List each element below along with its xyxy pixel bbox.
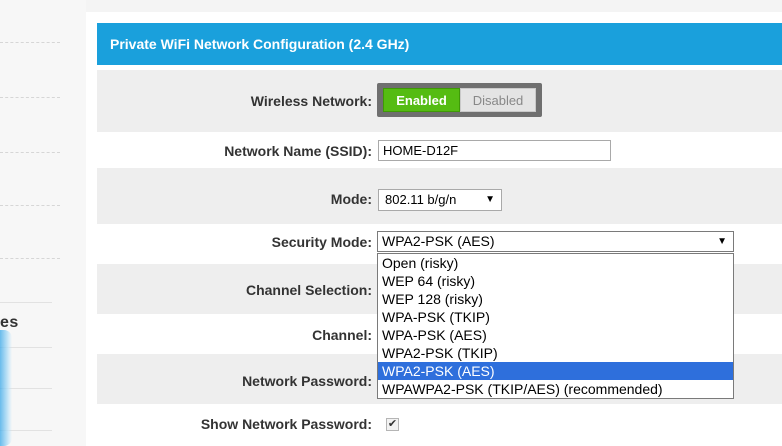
security-mode-option[interactable]: WPA-PSK (TKIP)	[378, 308, 733, 326]
security-mode-option[interactable]: WPA-PSK (AES)	[378, 326, 733, 344]
sidebar-divider	[0, 97, 60, 98]
wireless-network-label: Wireless Network:	[250, 93, 372, 109]
sidebar-divider	[0, 205, 60, 206]
sidebar-divider	[0, 42, 60, 43]
channel-label: Channel:	[312, 327, 372, 343]
mode-select[interactable]: 802.11 b/g/n ▼	[378, 189, 502, 211]
show-password-label: Show Network Password:	[200, 416, 372, 432]
security-mode-option[interactable]: WEP 128 (risky)	[378, 290, 733, 308]
ssid-label: Network Name (SSID):	[224, 143, 372, 159]
security-mode-select[interactable]: WPA2-PSK (AES) ▼	[377, 231, 734, 252]
panel-title: Private WiFi Network Configuration (2.4 …	[97, 23, 782, 65]
channel-selection-label: Channel Selection:	[245, 282, 372, 298]
security-mode-option[interactable]: WPAWPA2-PSK (TKIP/AES) (recommended)	[378, 380, 733, 398]
chevron-down-icon: ▼	[717, 236, 727, 247]
network-password-label: Network Password:	[242, 373, 372, 389]
mode-label: Mode:	[330, 191, 372, 207]
security-mode-option[interactable]: Open (risky)	[378, 254, 733, 272]
security-mode-option[interactable]: WPA2-PSK (AES)	[378, 362, 733, 380]
sidebar-divider	[0, 152, 60, 153]
sidebar-divider	[0, 258, 60, 259]
wireless-toggle: Enabled Disabled	[377, 83, 542, 117]
enabled-button[interactable]: Enabled	[383, 88, 460, 112]
sidebar-divider	[0, 302, 52, 303]
top-strip	[86, 0, 782, 12]
security-mode-value: WPA2-PSK (AES)	[382, 233, 495, 249]
sidebar: es	[0, 0, 86, 446]
security-mode-option[interactable]: WPA2-PSK (TKIP)	[378, 344, 733, 362]
mode-select-value: 802.11 b/g/n	[385, 192, 457, 207]
sidebar-accent	[0, 330, 12, 446]
chevron-down-icon: ▼	[485, 194, 495, 205]
ssid-input[interactable]	[378, 140, 611, 161]
show-password-checkbox[interactable]: ✔	[386, 418, 399, 431]
security-mode-dropdown: Open (risky) WEP 64 (risky) WEP 128 (risky…	[377, 253, 734, 399]
disabled-button[interactable]: Disabled	[460, 88, 536, 112]
checkmark-icon: ✔	[387, 418, 398, 430]
security-mode-option[interactable]: WEP 64 (risky)	[378, 272, 733, 290]
security-mode-label: Security Mode:	[271, 234, 372, 250]
